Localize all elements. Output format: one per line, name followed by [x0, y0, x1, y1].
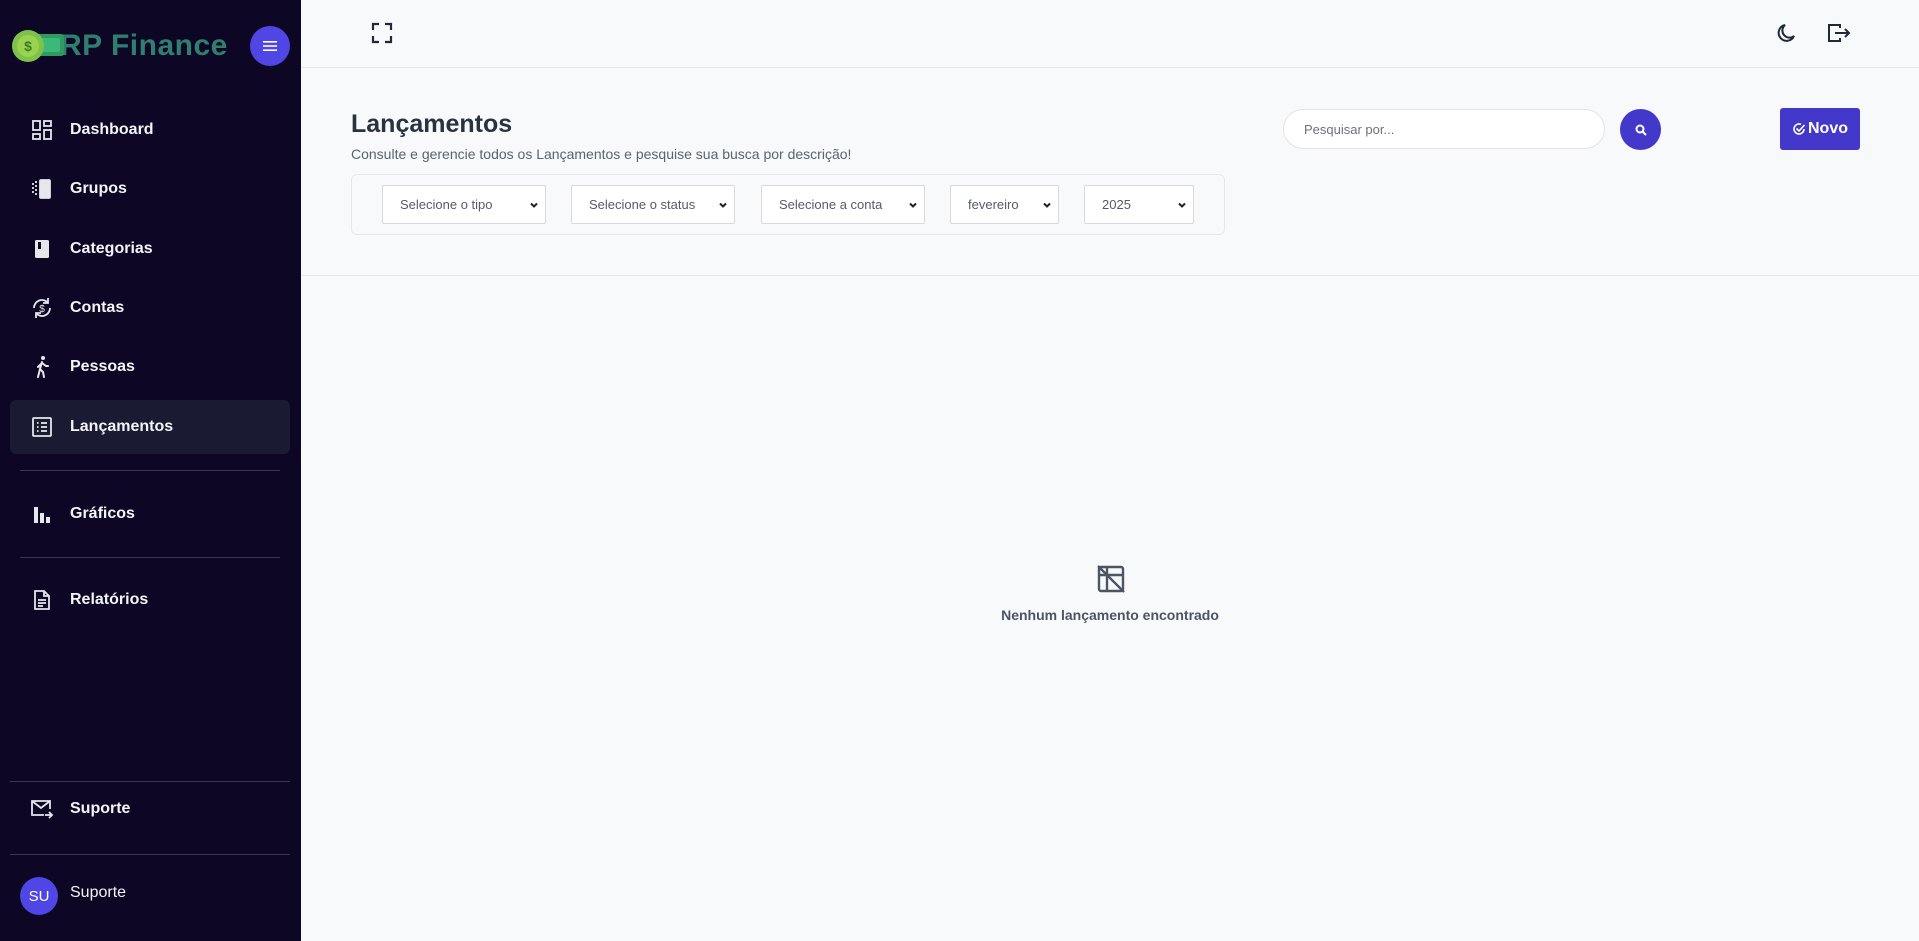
- svg-text:$: $: [24, 38, 32, 54]
- sidebar-divider: [20, 470, 280, 471]
- topbar: [301, 0, 1919, 68]
- empty-state-message: Nenhum lançamento encontrado: [1001, 607, 1219, 623]
- brand[interactable]: $ RP Finance: [10, 24, 228, 68]
- mail-icon: [30, 797, 54, 821]
- chevron-down-icon: [1178, 202, 1186, 208]
- sidebar: $ RP Finance Dashboard Grupos Categorias…: [0, 0, 301, 941]
- sidebar-item-label: Contas: [70, 299, 125, 316]
- document-icon: [30, 588, 54, 612]
- search-icon: [1635, 124, 1647, 136]
- chevron-down-icon: [719, 202, 727, 208]
- moon-icon: [1777, 24, 1795, 42]
- currency-exchange-icon: $: [30, 296, 54, 320]
- sidebar-item-graficos[interactable]: Gráficos: [10, 487, 290, 541]
- type-select[interactable]: Selecione o tipo: [382, 185, 546, 224]
- sidebar-item-lancamentos[interactable]: Lançamentos: [10, 400, 290, 454]
- sidebar-item-categorias[interactable]: Categorias: [10, 222, 290, 276]
- year-select[interactable]: 2025: [1084, 185, 1194, 224]
- hamburger-icon: [263, 41, 277, 51]
- sidebar-item-label: Suporte: [70, 800, 131, 817]
- sidebar-divider: [10, 854, 290, 855]
- sidebar-item-label: Grupos: [70, 180, 127, 197]
- sidebar-item-pessoas[interactable]: Pessoas: [10, 340, 290, 394]
- sidebar-item-label: Categorias: [70, 240, 153, 257]
- sidebar-item-suporte[interactable]: Suporte: [10, 781, 290, 837]
- brand-logo: $: [10, 28, 66, 64]
- check-circle-icon: [1793, 123, 1806, 135]
- sidebar-item-dashboard[interactable]: Dashboard: [10, 103, 290, 157]
- sidebar-item-label: Pessoas: [70, 358, 135, 375]
- section-divider: [301, 275, 1919, 276]
- svg-text:$: $: [39, 304, 45, 315]
- chevron-down-icon: [1043, 202, 1051, 208]
- avatar[interactable]: SU: [20, 877, 58, 915]
- sidebar-item-relatorios[interactable]: Relatórios: [10, 573, 290, 627]
- sidebar-item-label: Gráficos: [70, 505, 135, 522]
- logout-button[interactable]: [1826, 20, 1852, 46]
- new-button[interactable]: Novo: [1780, 108, 1860, 150]
- search-button[interactable]: [1620, 109, 1661, 150]
- logout-icon: [1828, 24, 1851, 42]
- month-select[interactable]: fevereiro: [950, 185, 1059, 224]
- page-title: Lançamentos: [351, 110, 513, 138]
- table-off-icon: [1096, 564, 1126, 594]
- person-walking-icon: [30, 355, 54, 379]
- sidebar-item-label: Relatórios: [70, 591, 149, 608]
- dashboard-icon: [30, 118, 54, 142]
- menu-toggle-button[interactable]: [250, 26, 290, 66]
- account-select[interactable]: Selecione a conta: [761, 185, 925, 224]
- month-select-value: fevereiro: [968, 197, 1019, 212]
- list-icon: [30, 415, 54, 439]
- fullscreen-button[interactable]: [369, 20, 395, 46]
- sidebar-divider: [20, 557, 280, 558]
- sidebar-item-grupos[interactable]: Grupos: [10, 162, 290, 216]
- book-icon: [30, 237, 54, 261]
- sidebar-item-contas[interactable]: $ Contas: [10, 281, 290, 335]
- year-select-value: 2025: [1102, 197, 1131, 212]
- groups-icon: [30, 177, 54, 201]
- user-name: Suporte: [70, 884, 127, 901]
- chevron-down-icon: [909, 202, 917, 208]
- search-input[interactable]: [1283, 109, 1605, 149]
- fullscreen-icon: [371, 22, 393, 44]
- bar-chart-icon: [30, 502, 54, 526]
- type-select-value: Selecione o tipo: [400, 197, 493, 212]
- theme-toggle-button[interactable]: [1774, 20, 1800, 46]
- status-select-value: Selecione o status: [589, 197, 696, 212]
- page-subtitle: Consulte e gerencie todos os Lançamentos…: [351, 146, 852, 162]
- chevron-down-icon: [530, 202, 538, 208]
- new-button-label: Novo: [1808, 120, 1848, 137]
- brand-name: RP Finance: [60, 29, 228, 62]
- sidebar-item-label: Lançamentos: [70, 418, 174, 435]
- sidebar-item-label: Dashboard: [70, 121, 154, 138]
- status-select[interactable]: Selecione o status: [571, 185, 735, 224]
- account-select-value: Selecione a conta: [779, 197, 883, 212]
